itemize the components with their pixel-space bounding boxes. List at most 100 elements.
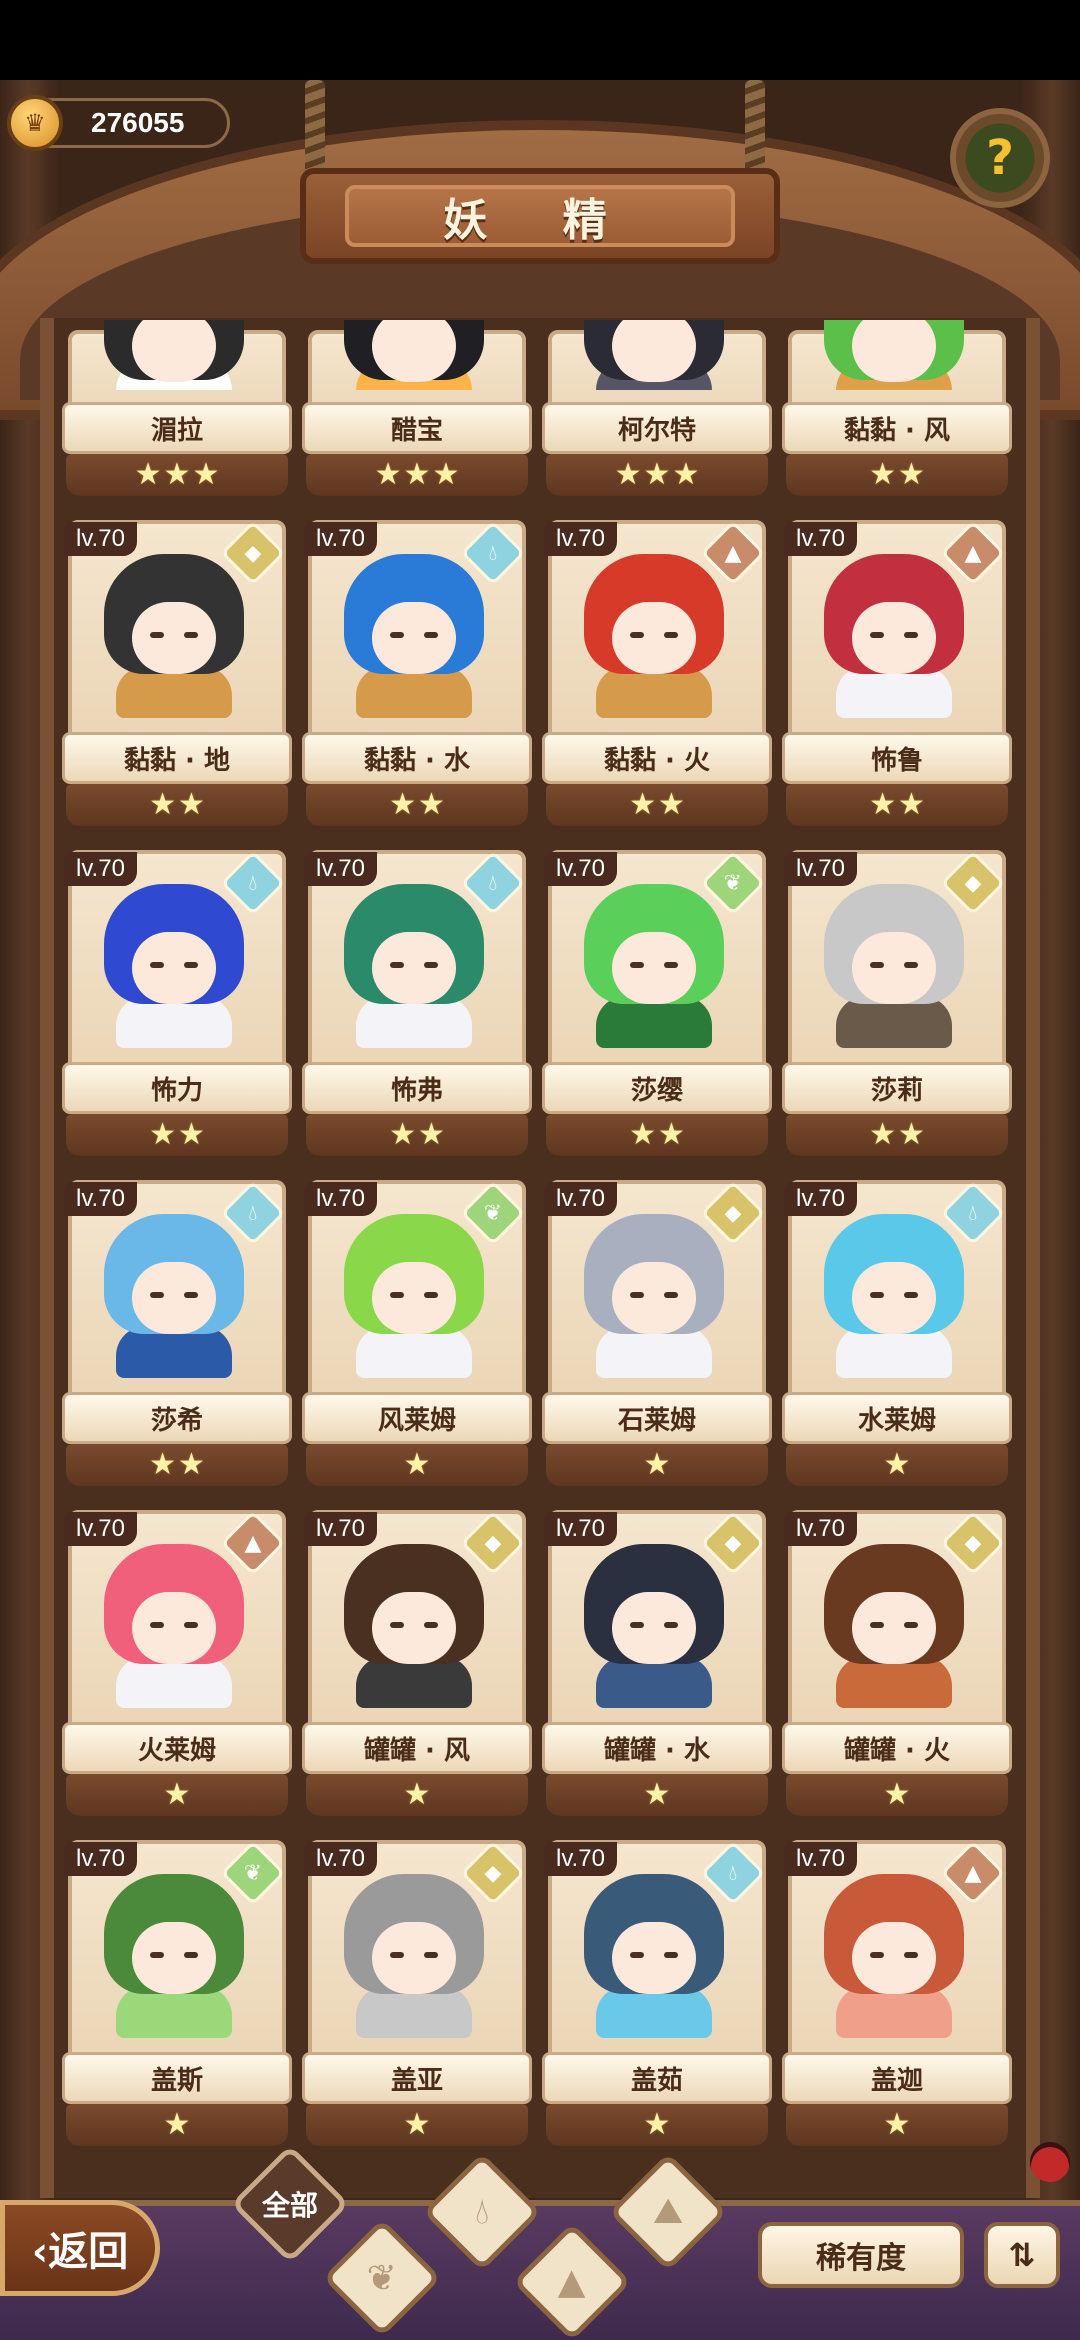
- fairy-name: 黏黏 · 风: [782, 402, 1012, 454]
- star-icon: ★: [898, 457, 925, 492]
- fairy-card[interactable]: 柯尔特 ★ ★ ★: [542, 320, 772, 520]
- star-icon: ★: [403, 457, 431, 492]
- fairy-name: 湄拉: [62, 402, 292, 454]
- page-title: 妖 精: [345, 185, 735, 247]
- portrait-eye: [630, 1622, 644, 1628]
- fairy-card[interactable]: lv.70 ◆ 盖亚 ★: [302, 1840, 532, 2170]
- fairy-card[interactable]: lv.70 ❦ 盖斯 ★: [62, 1840, 292, 2170]
- star-icon: ★: [403, 1447, 431, 1482]
- fairy-card[interactable]: 醋宝 ★ ★ ★: [302, 320, 532, 520]
- star-icon: ★: [898, 787, 925, 822]
- fairy-card[interactable]: lv.70 ❦ 莎缨 ★ ★: [542, 850, 772, 1180]
- fairy-portrait: [334, 884, 494, 1048]
- portrait-eye: [904, 962, 918, 968]
- star-icon: ★: [643, 1777, 671, 1812]
- portrait-eye: [184, 962, 198, 968]
- fairy-card[interactable]: lv.70 ◆ 黏黏 · 地 ★ ★: [62, 520, 292, 850]
- portrait-eye: [150, 1292, 164, 1298]
- sprout-icon: ❦: [366, 2257, 398, 2299]
- fairy-name: 罐罐 · 风: [302, 1722, 532, 1774]
- portrait-eye: [630, 962, 644, 968]
- star-icon: ★: [192, 457, 220, 492]
- fairy-portrait: [574, 1874, 734, 2038]
- portrait-face: [852, 1592, 936, 1664]
- sort-icon: ⇅: [1008, 2236, 1036, 2274]
- star-rating: ★ ★ ★: [306, 454, 528, 496]
- fairy-card[interactable]: lv.70 ◆ 罐罐 · 水 ★: [542, 1510, 772, 1840]
- help-button[interactable]: ?: [950, 108, 1050, 208]
- portrait-eye: [184, 632, 198, 638]
- star-icon: ★: [149, 1447, 176, 1482]
- fairy-portrait: [814, 1874, 974, 2038]
- portrait-eye: [390, 1952, 404, 1958]
- back-button[interactable]: ‹返回: [0, 2200, 160, 2296]
- star-icon: ★: [163, 1777, 191, 1812]
- star-rating: ★: [546, 1444, 768, 1486]
- sort-order-button[interactable]: ⇅: [984, 2222, 1060, 2288]
- fairy-card[interactable]: lv.70 ◆ 莎莉 ★ ★: [782, 850, 1012, 1180]
- star-icon: ★: [643, 2107, 671, 2142]
- fairy-card[interactable]: lv.70 ▲ 怖鲁 ★ ★: [782, 520, 1012, 850]
- fairy-card[interactable]: lv.70 💧︎ 盖茹 ★: [542, 1840, 772, 2170]
- fairy-card[interactable]: lv.70 ▲ 黏黏 · 火 ★ ★: [542, 520, 772, 850]
- star-rating: ★: [306, 2104, 528, 2146]
- portrait-eye: [664, 632, 678, 638]
- portrait-eye: [630, 1292, 644, 1298]
- star-rating: ★ ★: [306, 784, 528, 826]
- level-badge: lv.70: [64, 1842, 137, 1876]
- portrait-eye: [870, 1952, 884, 1958]
- fairy-card[interactable]: lv.70 ◆ 罐罐 · 风 ★: [302, 1510, 532, 1840]
- star-icon: ★: [614, 457, 642, 492]
- star-icon: ★: [869, 457, 896, 492]
- star-rating: ★ ★: [786, 454, 1008, 496]
- fairy-card[interactable]: lv.70 💧︎ 水莱姆 ★: [782, 1180, 1012, 1510]
- portrait-face: [132, 1262, 216, 1334]
- portrait-eye: [150, 962, 164, 968]
- portrait-eye: [184, 1952, 198, 1958]
- title-sign: 妖 精: [300, 168, 780, 264]
- water-drop-icon: 💧︎: [474, 2191, 490, 2232]
- fairy-card[interactable]: lv.70 ❦ 风莱姆 ★: [302, 1180, 532, 1510]
- fairy-card[interactable]: 黏黏 · 风 ★ ★: [782, 320, 1012, 520]
- fairy-portrait: [334, 1874, 494, 2038]
- star-icon: ★: [658, 787, 685, 822]
- star-icon: ★: [629, 787, 656, 822]
- star-icon: ★: [432, 457, 460, 492]
- star-icon: ★: [658, 1117, 685, 1152]
- portrait-eye: [424, 1292, 438, 1298]
- portrait-eye: [150, 632, 164, 638]
- fairy-card[interactable]: lv.70 💧︎ 莎希 ★ ★: [62, 1180, 292, 1510]
- portrait-eye: [664, 962, 678, 968]
- fairy-card[interactable]: lv.70 ▲ 盖迦 ★: [782, 1840, 1012, 2170]
- tab-all-label: 全部: [261, 2188, 319, 2222]
- portrait-face: [612, 602, 696, 674]
- fairy-card[interactable]: lv.70 ◆ 罐罐 · 火 ★: [782, 1510, 1012, 1840]
- fairy-name: 石莱姆: [542, 1392, 772, 1444]
- star-rating: ★ ★: [66, 784, 288, 826]
- star-rating: ★ ★: [66, 1114, 288, 1156]
- rarity-sort-button[interactable]: 稀有度: [758, 2222, 964, 2288]
- fairy-portrait: [94, 1874, 254, 2038]
- portrait-eye: [664, 1292, 678, 1298]
- coin-value: 276055: [91, 107, 185, 138]
- star-icon: ★: [403, 1777, 431, 1812]
- fairy-portrait: [814, 554, 974, 718]
- fairy-name: 盖茹: [542, 2052, 772, 2104]
- volcano-icon: ⛰︎: [652, 2191, 684, 2232]
- fairy-card[interactable]: 湄拉 ★ ★ ★: [62, 320, 292, 520]
- star-rating: ★: [786, 1774, 1008, 1816]
- fairy-card[interactable]: lv.70 💧︎ 怖弗 ★ ★: [302, 850, 532, 1180]
- fairy-card[interactable]: lv.70 ◆ 石莱姆 ★: [542, 1180, 772, 1510]
- star-icon: ★: [869, 787, 896, 822]
- fairy-card[interactable]: lv.70 💧︎ 黏黏 · 水 ★ ★: [302, 520, 532, 850]
- fairy-card[interactable]: lv.70 💧︎ 怖力 ★ ★: [62, 850, 292, 1180]
- fairy-name: 怖鲁: [782, 732, 1012, 784]
- level-badge: lv.70: [304, 1842, 377, 1876]
- star-rating: ★ ★: [306, 1114, 528, 1156]
- portrait-eye: [424, 962, 438, 968]
- star-icon: ★: [883, 1447, 911, 1482]
- star-icon: ★: [374, 457, 402, 492]
- fairy-card[interactable]: lv.70 ▲ 火莱姆 ★: [62, 1510, 292, 1840]
- portrait-face: [612, 320, 696, 382]
- star-icon: ★: [163, 457, 191, 492]
